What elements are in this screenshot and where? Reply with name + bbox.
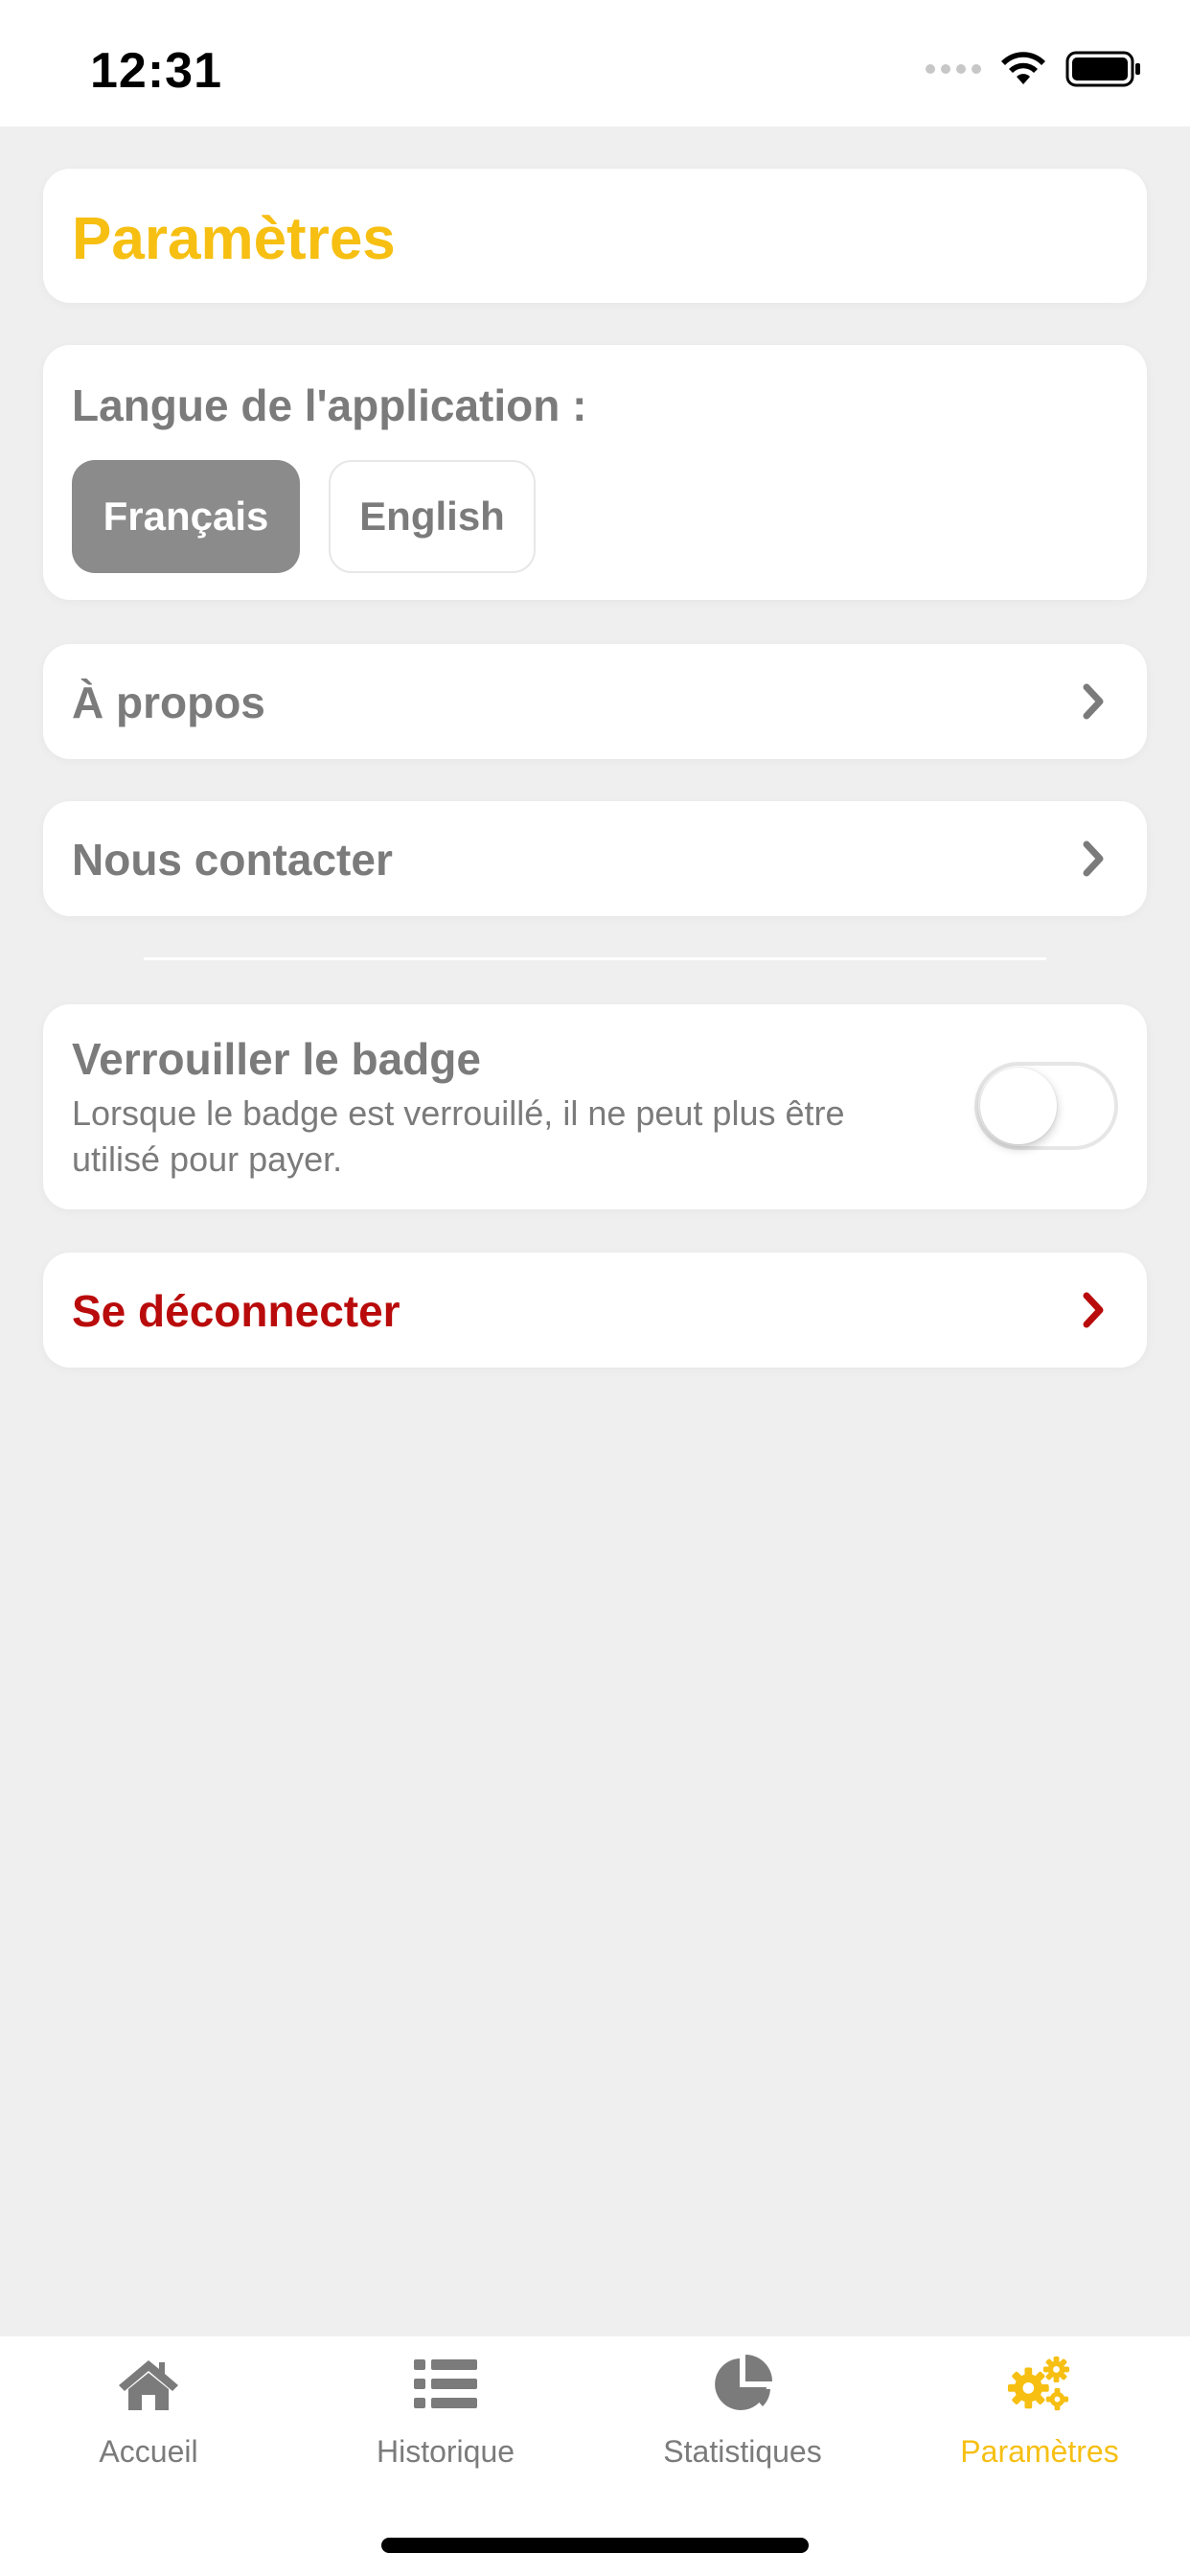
about-label: À propos bbox=[72, 678, 265, 727]
status-icons bbox=[926, 50, 1142, 88]
logout-label: Se déconnecter bbox=[72, 1286, 400, 1336]
cellular-signal-icon bbox=[926, 64, 981, 74]
tab-label: Historique bbox=[376, 2434, 515, 2469]
about-row[interactable]: À propos bbox=[43, 644, 1147, 759]
wifi-icon bbox=[1001, 52, 1045, 84]
status-time: 12:31 bbox=[90, 43, 222, 99]
page-title: Paramètres bbox=[72, 206, 396, 272]
tab-accueil[interactable]: Accueil bbox=[0, 2336, 297, 2499]
toggle-knob bbox=[980, 1068, 1057, 1144]
chevron-right-icon bbox=[1083, 840, 1104, 877]
lock-badge-toggle[interactable] bbox=[974, 1062, 1118, 1150]
status-bar: 12:31 bbox=[0, 0, 1190, 126]
tab-label: Accueil bbox=[99, 2434, 198, 2469]
chevron-right-icon bbox=[1083, 1292, 1104, 1328]
title-card: Paramètres bbox=[43, 169, 1147, 303]
lock-badge-description: Lorsque le badge est verrouillé, il ne p… bbox=[72, 1093, 845, 1179]
language-card: Langue de l'application : Français Engli… bbox=[43, 345, 1147, 600]
chevron-right-icon bbox=[1083, 683, 1104, 720]
home-icon bbox=[115, 2354, 182, 2415]
gears-icon bbox=[1006, 2354, 1073, 2415]
language-label: Langue de l'application : bbox=[72, 380, 587, 430]
tab-statistiques[interactable]: Statistiques bbox=[594, 2336, 891, 2499]
tab-label: Statistiques bbox=[663, 2434, 822, 2469]
language-english-button[interactable]: English bbox=[329, 460, 536, 573]
list-icon bbox=[412, 2354, 479, 2415]
tab-label: Paramètres bbox=[960, 2434, 1119, 2469]
contact-label: Nous contacter bbox=[72, 835, 393, 885]
lock-badge-card: Verrouiller le badge Lorsque le badge es… bbox=[43, 1004, 1147, 1209]
home-indicator[interactable] bbox=[381, 2538, 809, 2553]
logout-row[interactable]: Se déconnecter bbox=[43, 1253, 1147, 1368]
contact-row[interactable]: Nous contacter bbox=[43, 801, 1147, 916]
pie-chart-icon bbox=[709, 2354, 776, 2415]
tab-parametres[interactable]: Paramètres bbox=[891, 2336, 1188, 2499]
section-divider bbox=[144, 957, 1046, 960]
lock-badge-title: Verrouiller le badge bbox=[72, 1034, 481, 1084]
language-french-button[interactable]: Français bbox=[72, 460, 300, 573]
tab-historique[interactable]: Historique bbox=[297, 2336, 594, 2499]
battery-icon bbox=[1065, 51, 1140, 87]
